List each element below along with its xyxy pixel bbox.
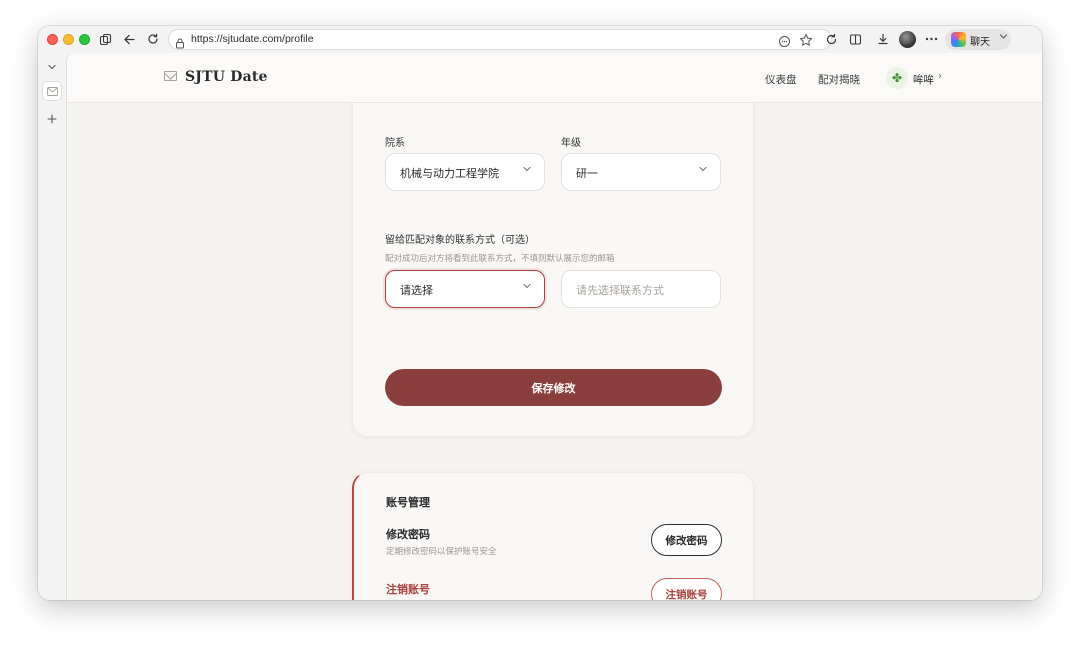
site-header: SJTU Date 仪表盘 配对揭晓 ✤ 哞哞 › (67, 53, 1042, 103)
contact-value-placeholder: 请先选择联系方式 (576, 284, 664, 297)
extensions-icon[interactable] (822, 30, 840, 48)
save-button[interactable]: 保存修改 (385, 369, 722, 406)
download-icon[interactable] (874, 30, 892, 48)
account-management-card: 账号管理 修改密码 定期修改密码以保护账号安全 修改密码 注销账号 注销账号 (352, 472, 754, 600)
browser-window: https://sjtudate.com/profile 聊天 院系 年级 机械… (38, 26, 1042, 600)
section-title: 账号管理 (386, 496, 430, 509)
minimize-window-button[interactable] (63, 34, 74, 45)
clover-avatar-icon[interactable]: ✤ (886, 67, 908, 89)
profile-form-card: 院系 年级 机械与动力工程学院 研一 留给匹配对象的联系方式（可选） 配对成功后… (352, 53, 754, 437)
change-password-title: 修改密码 (386, 528, 430, 541)
chevron-down-icon (698, 164, 708, 177)
new-tab-plus-icon[interactable] (42, 109, 62, 129)
contact-hint: 配对成功后对方将看到此联系方式，不填则默认展示您的邮箱 (385, 254, 615, 264)
department-value: 机械与动力工程学院 (400, 167, 499, 180)
url-text: https://sjtudate.com/profile (191, 33, 314, 45)
grade-label: 年级 (561, 138, 581, 149)
user-name[interactable]: 哞哞 (913, 72, 934, 87)
grade-value: 研一 (576, 167, 598, 180)
contact-value-input[interactable]: 请先选择联系方式 (561, 270, 721, 308)
nav-match-reveal[interactable]: 配对揭晓 (818, 72, 860, 87)
more-options-icon[interactable] (922, 30, 940, 48)
refresh-icon[interactable] (144, 30, 162, 48)
envelope-logo-icon (164, 71, 177, 81)
brand-logo[interactable]: SJTU Date (185, 69, 268, 85)
browser-toolbar: https://sjtudate.com/profile 聊天 (38, 26, 1042, 53)
department-label: 院系 (385, 138, 405, 149)
split-screen-icon[interactable] (846, 30, 864, 48)
profile-avatar[interactable] (899, 31, 916, 48)
department-select[interactable]: 机械与动力工程学院 (385, 153, 545, 191)
reader-icon[interactable] (778, 33, 791, 52)
change-password-desc: 定期修改密码以保护账号安全 (386, 547, 497, 557)
address-bar[interactable]: https://sjtudate.com/profile (168, 29, 832, 50)
collapse-chevron-icon[interactable] (42, 57, 62, 77)
copilot-label: 聊天 (970, 37, 990, 48)
copilot-chat-button[interactable]: 聊天 (945, 29, 1011, 50)
favorite-star-icon[interactable] (799, 32, 813, 51)
change-password-button[interactable]: 修改密码 (651, 524, 722, 556)
delete-account-title: 注销账号 (386, 583, 430, 596)
vertical-tab-rail (38, 53, 66, 600)
page-viewport: 院系 年级 机械与动力工程学院 研一 留给匹配对象的联系方式（可选） 配对成功后… (66, 53, 1042, 600)
delete-account-button[interactable]: 注销账号 (651, 578, 722, 600)
chevron-down-icon (999, 32, 1008, 44)
lock-icon (175, 34, 185, 53)
contact-type-value: 请选择 (400, 284, 433, 297)
nav-dashboard[interactable]: 仪表盘 (765, 72, 797, 87)
contact-label: 留给匹配对象的联系方式（可选） (385, 235, 535, 246)
active-tab-favicon[interactable] (42, 81, 62, 101)
back-arrow-icon[interactable] (120, 30, 138, 48)
contact-type-select[interactable]: 请选择 (385, 270, 545, 308)
close-window-button[interactable] (47, 34, 58, 45)
chevron-down-icon (522, 281, 532, 294)
chevron-down-icon (522, 164, 532, 177)
tabs-icon[interactable] (96, 30, 114, 48)
grade-select[interactable]: 研一 (561, 153, 721, 191)
chevron-right-icon[interactable]: › (938, 71, 942, 82)
zoom-window-button[interactable] (79, 34, 90, 45)
copilot-icon (951, 32, 966, 47)
